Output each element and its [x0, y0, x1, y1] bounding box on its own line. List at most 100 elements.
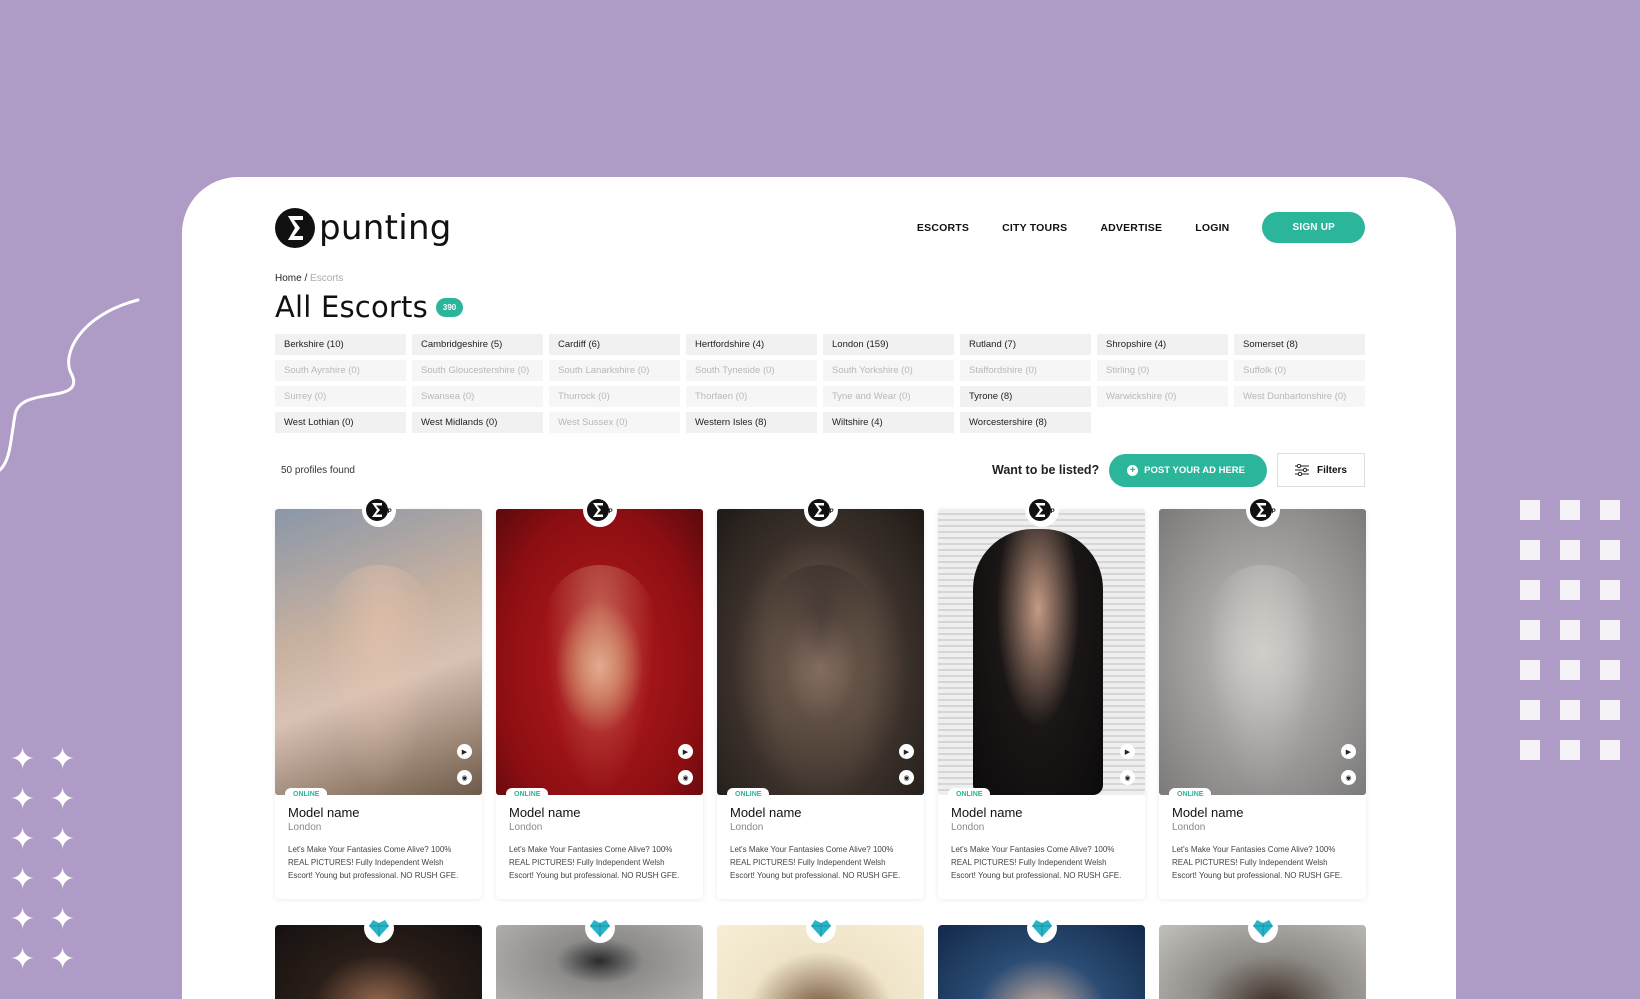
nav-escorts[interactable]: ESCORTS	[917, 222, 969, 234]
region-filter-chip[interactable]: Cardiff (6)	[549, 334, 680, 355]
region-filter-chip[interactable]: West Dunbartonshire (0)	[1234, 386, 1365, 407]
punting-logo-icon	[275, 207, 315, 248]
profile-card-partial[interactable]	[938, 913, 1145, 999]
profile-card[interactable]: VIP ▶ ◉ ONLINE Model name London Let's M…	[717, 495, 924, 899]
region-filter-chip[interactable]: Staffordshire (0)	[960, 360, 1091, 381]
online-status-badge: ONLINE	[727, 788, 770, 801]
profile-photo[interactable]: ▶ ◉	[938, 509, 1145, 795]
region-filter-chip[interactable]: Tyrone (8)	[960, 386, 1091, 407]
profile-card[interactable]: VIP ▶ ◉ ONLINE Model name London Let's M…	[496, 495, 703, 899]
model-city: London	[1172, 822, 1206, 833]
camera-icon[interactable]: ◉	[1341, 770, 1356, 785]
region-filter-chip[interactable]: Somerset (8)	[1234, 334, 1365, 355]
region-filter-chip[interactable]: Swansea (0)	[412, 386, 543, 407]
profile-card-partial[interactable]	[275, 913, 482, 999]
region-filter-chip[interactable]: Rutland (7)	[960, 334, 1091, 355]
breadcrumb-separator: /	[304, 273, 308, 284]
nav-advertise[interactable]: ADVERTISE	[1100, 222, 1162, 234]
profile-photo[interactable]: ▶ ◉	[717, 509, 924, 795]
region-filter-chip[interactable]: West Lothian (0)	[275, 412, 406, 433]
vip-badge-icon: VIP	[1247, 495, 1278, 525]
diamond-heart-icon	[363, 913, 394, 943]
filters-label: Filters	[1316, 464, 1347, 476]
model-description: Let's Make Your Fantasies Come Alive? 10…	[1172, 845, 1343, 880]
play-video-icon[interactable]: ▶	[678, 744, 693, 759]
site-header: punting ESCORTS CITY TOURS ADVERTISE LOG…	[275, 177, 1365, 260]
profile-card-partial[interactable]	[496, 913, 703, 999]
filters-button[interactable]: Filters	[1277, 453, 1365, 487]
post-ad-button[interactable]: + POST YOUR AD HERE	[1109, 453, 1267, 487]
vip-badge-icon: VIP	[1026, 495, 1057, 525]
region-filter-chip[interactable]: Thurrock (0)	[549, 386, 680, 407]
region-filter-chip[interactable]: Warwickshire (0)	[1097, 386, 1228, 407]
online-status-badge: ONLINE	[1169, 788, 1212, 801]
profile-info: Model name London Let's Make Your Fantas…	[717, 795, 924, 882]
nav-login[interactable]: LOGIN	[1195, 222, 1229, 234]
play-video-icon[interactable]: ▶	[899, 744, 914, 759]
profile-card[interactable]: VIP ▶ ◉ ONLINE Model name London Let's M…	[275, 495, 482, 899]
sign-up-button[interactable]: SIGN UP	[1262, 212, 1365, 243]
region-filter-chip[interactable]: Worcestershire (8)	[960, 412, 1091, 433]
play-video-icon[interactable]: ▶	[1120, 744, 1135, 759]
vip-badge-icon: VIP	[805, 495, 836, 525]
region-filter-chip[interactable]: Suffolk (0)	[1234, 360, 1365, 381]
region-filter-chip[interactable]: Shropshire (4)	[1097, 334, 1228, 355]
region-filter-list: Berkshire (10) Cambridgeshire (5) Cardiff …	[275, 334, 1365, 433]
profile-grid: VIP ▶ ◉ ONLINE Model name London Let's M…	[275, 495, 1366, 899]
svg-text:VIP: VIP	[382, 509, 392, 515]
region-filter-chip[interactable]: South Gloucestershire (0)	[412, 360, 543, 381]
region-filter-chip[interactable]: London (159)	[823, 334, 954, 355]
region-filter-chip[interactable]: Thorfaen (0)	[686, 386, 817, 407]
diamond-heart-icon	[1247, 913, 1278, 943]
decorative-square-grid	[1520, 500, 1620, 760]
region-filter-chip[interactable]: Surrey (0)	[275, 386, 406, 407]
region-filter-chip[interactable]: Berkshire (10)	[275, 334, 406, 355]
breadcrumb-current: Escorts	[310, 273, 344, 284]
profile-card[interactable]: VIP ▶ ◉ ONLINE Model name London Let's M…	[1159, 495, 1366, 899]
profile-photo[interactable]: ▶ ◉	[275, 509, 482, 795]
region-filter-chip[interactable]: West Sussex (0)	[549, 412, 680, 433]
profile-photo[interactable]: ▶ ◉	[1159, 509, 1366, 795]
model-description: Let's Make Your Fantasies Come Alive? 10…	[509, 845, 680, 880]
online-status-badge: ONLINE	[506, 788, 549, 801]
region-filter-chip[interactable]: South Lanarkshire (0)	[549, 360, 680, 381]
model-city: London	[509, 822, 543, 833]
profile-info: Model name London Let's Make Your Fantas…	[1159, 795, 1366, 882]
logo[interactable]: punting	[275, 206, 452, 250]
profile-card-partial[interactable]	[717, 913, 924, 999]
profile-card-partial[interactable]	[1159, 913, 1366, 999]
play-video-icon[interactable]: ▶	[457, 744, 472, 759]
camera-icon[interactable]: ◉	[899, 770, 914, 785]
region-filter-chip[interactable]: South Ayrshire (0)	[275, 360, 406, 381]
region-filter-chip[interactable]: Stirling (0)	[1097, 360, 1228, 381]
profile-photo[interactable]: ▶ ◉	[496, 509, 703, 795]
camera-icon[interactable]: ◉	[457, 770, 472, 785]
region-filter-chip[interactable]: Tyne and Wear (0)	[823, 386, 954, 407]
count-badge: 390	[435, 297, 464, 317]
profile-card[interactable]: VIP ▶ ◉ ONLINE Model name London Let's M…	[938, 495, 1145, 899]
region-filter-chip[interactable]: Western Isles (8)	[686, 412, 817, 433]
region-filter-chip[interactable]: Cambridgeshire (5)	[412, 334, 543, 355]
model-city: London	[730, 822, 764, 833]
region-filter-chip[interactable]: West Midlands (0)	[412, 412, 543, 433]
svg-text:VIP: VIP	[1045, 509, 1055, 515]
camera-icon[interactable]: ◉	[678, 770, 693, 785]
sliders-icon	[1294, 464, 1309, 476]
camera-icon[interactable]: ◉	[1120, 770, 1135, 785]
region-filter-chip[interactable]: Hertfordshire (4)	[686, 334, 817, 355]
profile-info: Model name London Let's Make Your Fantas…	[275, 795, 482, 882]
breadcrumb-home[interactable]: Home	[275, 273, 302, 284]
nav-city-tours[interactable]: CITY TOURS	[1002, 222, 1067, 234]
breadcrumb: Home / Escorts	[275, 273, 1365, 284]
profile-info: Model name London Let's Make Your Fantas…	[496, 795, 703, 882]
model-name: Model name	[509, 805, 581, 820]
online-status-badge: ONLINE	[948, 788, 991, 801]
model-city: London	[951, 822, 985, 833]
play-video-icon[interactable]: ▶	[1341, 744, 1356, 759]
region-filter-chip[interactable]: South Yorkshire (0)	[823, 360, 954, 381]
region-filter-chip[interactable]: Wiltshire (4)	[823, 412, 954, 433]
region-filter-chip[interactable]: South Tyneside (0)	[686, 360, 817, 381]
listing-toolbar: 50 profiles found Want to be listed? + P…	[275, 453, 1365, 487]
model-name: Model name	[288, 805, 360, 820]
plus-icon: +	[1127, 464, 1139, 476]
